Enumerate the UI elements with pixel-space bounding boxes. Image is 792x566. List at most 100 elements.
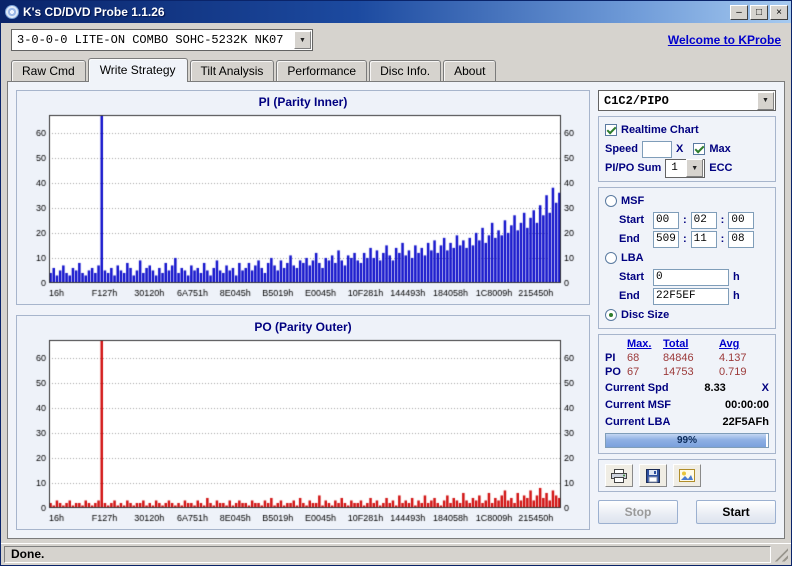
printer-icon xyxy=(611,468,627,483)
mode-select[interactable]: C1C2/PIPO ▼ xyxy=(598,90,776,111)
tab-raw-cmd[interactable]: Raw Cmd xyxy=(11,60,86,81)
speed-label: Speed xyxy=(605,143,639,155)
msf-radio[interactable] xyxy=(605,195,617,207)
resize-grip[interactable] xyxy=(774,547,788,562)
msf-end-sec-input[interactable] xyxy=(690,230,717,248)
scan-actions: Stop Start xyxy=(598,500,776,524)
current-lba-value: 22F5AFh xyxy=(722,415,769,428)
stats-header-max: Max. xyxy=(627,338,652,350)
msf-separator: : xyxy=(720,214,725,226)
maximize-button[interactable]: □ xyxy=(750,4,768,20)
floppy-disk-icon xyxy=(646,468,660,483)
speed-input[interactable] xyxy=(642,140,673,158)
current-spd-unit: X xyxy=(761,381,769,394)
scan-settings-group: Realtime Chart Speed X Max PI/PO Sum 1 ▼… xyxy=(598,116,776,182)
chart-actions-group xyxy=(598,459,776,492)
progress-text: 99% xyxy=(676,435,697,446)
current-spd-label: Current Spd xyxy=(605,381,669,394)
lba-unit-label: h xyxy=(733,290,740,302)
pi-avg-value: 4.137 xyxy=(719,352,747,364)
tab-performance[interactable]: Performance xyxy=(276,60,368,81)
pipo-sum-label: PI/PO Sum xyxy=(605,162,662,174)
tab-write-strategy[interactable]: Write Strategy xyxy=(87,58,188,82)
pi-chart-canvas xyxy=(19,111,589,303)
save-button[interactable] xyxy=(639,464,667,487)
msf-start-min-input[interactable] xyxy=(653,211,679,229)
pi-max-value: 68 xyxy=(627,352,640,364)
progress-bar: 99% xyxy=(605,433,769,448)
ecc-label: ECC xyxy=(709,162,733,174)
msf-start-label: Start xyxy=(619,214,645,226)
realtime-chart-checkbox[interactable] xyxy=(605,124,617,136)
tab-page-write-strategy: PI (Parity Inner) PO (Parity Outer) C1C2… xyxy=(7,81,785,539)
msf-start-sec-input[interactable] xyxy=(690,211,717,229)
stats-header-total: Total xyxy=(663,338,689,350)
status-bar: Done. xyxy=(1,543,791,565)
drive-selector[interactable]: 3-0-0-0 LITE-ON COMBO SOHC-5232K NK07 ▼ xyxy=(11,29,313,51)
save-image-button[interactable] xyxy=(673,464,701,487)
statistics-panel: Max. Total Avg PI 68 84846 4.137 PO 67 1… xyxy=(598,334,776,454)
print-button[interactable] xyxy=(605,464,633,487)
po-chart-title: PO (Parity Outer) xyxy=(254,320,352,334)
minimize-button[interactable]: – xyxy=(730,4,748,20)
current-msf-value: 00:00:00 xyxy=(724,398,769,411)
realtime-chart-label: Realtime Chart xyxy=(621,124,699,136)
current-msf-label: Current MSF xyxy=(605,398,671,411)
po-max-value: 67 xyxy=(627,366,640,378)
pi-chart-title: PI (Parity Inner) xyxy=(258,95,348,109)
charts-column: PI (Parity Inner) PO (Parity Outer) xyxy=(16,90,590,530)
start-button[interactable]: Start xyxy=(696,500,776,524)
current-lba-label: Current LBA xyxy=(605,415,671,428)
lba-end-label: End xyxy=(619,290,640,302)
chart-image-icon xyxy=(679,469,695,482)
app-window: K's CD/DVD Probe 1.1.26 – □ × 3-0-0-0 LI… xyxy=(0,0,792,566)
toolbar-row: 3-0-0-0 LITE-ON COMBO SOHC-5232K NK07 ▼ … xyxy=(1,23,791,57)
disc-size-label: Disc Size xyxy=(621,309,670,321)
controls-column: C1C2/PIPO ▼ Realtime Chart Speed X Max P… xyxy=(598,90,776,530)
msf-separator: : xyxy=(683,233,687,245)
mode-select-value: C1C2/PIPO xyxy=(604,93,669,108)
titlebar: K's CD/DVD Probe 1.1.26 – □ × xyxy=(1,1,791,23)
drive-selector-value: 3-0-0-0 LITE-ON COMBO SOHC-5232K NK07 xyxy=(17,33,284,47)
msf-label: MSF xyxy=(621,195,645,207)
msf-end-frame-input[interactable] xyxy=(728,230,755,248)
chevron-down-icon[interactable]: ▼ xyxy=(294,31,311,49)
po-total-value: 14753 xyxy=(663,366,694,378)
msf-separator: : xyxy=(683,214,687,226)
tab-tilt-analysis[interactable]: Tilt Analysis xyxy=(189,60,275,81)
stats-header-avg: Avg xyxy=(719,338,740,350)
app-icon xyxy=(5,5,19,19)
close-button[interactable]: × xyxy=(770,4,788,20)
tab-about[interactable]: About xyxy=(443,60,497,81)
msf-end-min-input[interactable] xyxy=(653,230,679,248)
pipo-sum-select[interactable]: 1 ▼ xyxy=(665,158,706,178)
stop-button[interactable]: Stop xyxy=(598,500,678,524)
msf-separator: : xyxy=(720,233,725,245)
current-spd-value: 8.33 xyxy=(704,381,726,394)
lba-label: LBA xyxy=(621,252,644,264)
msf-start-frame-input[interactable] xyxy=(728,211,755,229)
lba-end-input[interactable] xyxy=(653,287,729,305)
range-group: MSF Start : : End : : xyxy=(598,187,776,329)
speed-x-label: X xyxy=(676,143,684,155)
max-speed-label: Max xyxy=(709,143,731,155)
status-text: Done. xyxy=(4,546,771,563)
lba-radio[interactable] xyxy=(605,252,617,264)
window-title: K's CD/DVD Probe 1.1.26 xyxy=(23,5,165,19)
msf-end-label: End xyxy=(619,233,640,245)
disc-size-radio[interactable] xyxy=(605,309,617,321)
chevron-down-icon[interactable]: ▼ xyxy=(757,91,774,110)
po-row-label: PO xyxy=(605,366,621,378)
tab-disc-info[interactable]: Disc Info. xyxy=(369,60,442,81)
lba-unit-label: h xyxy=(733,271,740,283)
welcome-link[interactable]: Welcome to KProbe xyxy=(668,33,781,47)
tab-bar: Raw Cmd Write Strategy Tilt Analysis Per… xyxy=(1,57,791,82)
pi-total-value: 84846 xyxy=(663,352,694,364)
po-chart: PO (Parity Outer) xyxy=(16,315,590,530)
po-avg-value: 0.719 xyxy=(719,366,747,378)
chevron-down-icon[interactable]: ▼ xyxy=(686,159,704,177)
lba-start-label: Start xyxy=(619,271,645,283)
max-speed-checkbox[interactable] xyxy=(693,143,706,155)
lba-start-input[interactable] xyxy=(653,268,729,286)
pi-row-label: PI xyxy=(605,352,616,364)
